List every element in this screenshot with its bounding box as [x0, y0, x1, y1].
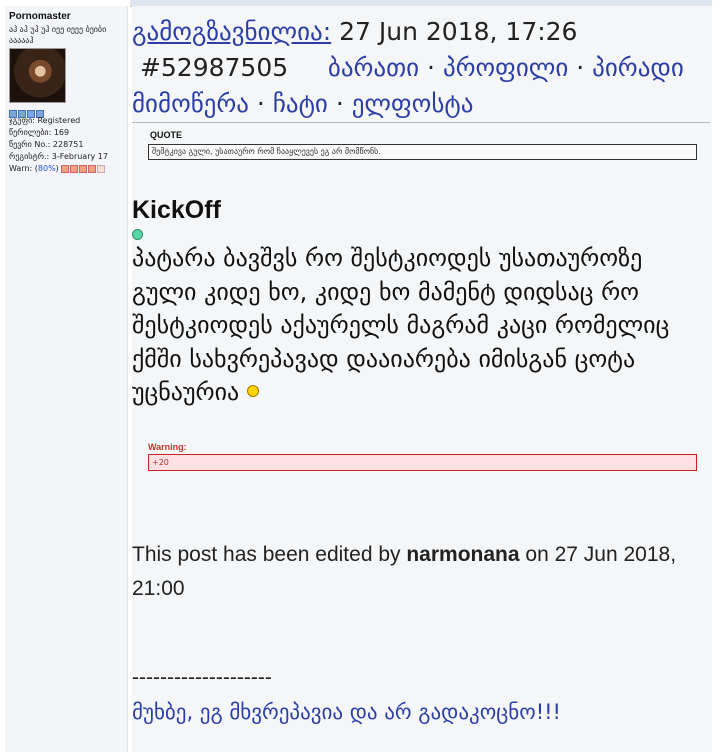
edit-note: This post has been edited by narmonana o…	[132, 543, 677, 600]
post-date: 27 Jun 2018, 17:26	[339, 17, 578, 46]
smiley-icon	[246, 385, 259, 397]
link-email[interactable]: ელფოსტა	[352, 89, 474, 118]
link-chat[interactable]: ჩატი	[273, 89, 328, 118]
registration-date: რეგისტრ.: 3-February 17	[9, 152, 108, 161]
sent-label-link[interactable]: გამოგზავნილია:	[132, 17, 331, 46]
post-header: გამოგზავნილია: 27 Jun 2018, 17:26 #52987…	[132, 17, 684, 118]
quote-box: შემტკივა გული, უსათაურო რომ ჩააყლევეს ეგ…	[148, 144, 697, 160]
user-sidebar: Pornomaster აჰ აჰ უჰ უჰ იეე იეეე ბეიბი ა…	[5, 6, 128, 752]
online-status-dot	[132, 229, 143, 240]
quoted-author: KickOff	[132, 196, 221, 224]
warn-bar	[60, 164, 105, 173]
warning-box: +20	[148, 454, 697, 471]
username[interactable]: Pornomaster	[9, 11, 71, 22]
signature-separator: --------------------	[132, 666, 272, 689]
avatar[interactable]	[9, 48, 66, 103]
warning-label: Warning:	[148, 442, 187, 452]
user-posts: წერილები: 169	[9, 128, 70, 137]
post-body: გამოგზავნილია: 27 Jun 2018, 17:26 #52987…	[132, 6, 712, 752]
warn-level: Warn: (80%)	[9, 164, 105, 173]
member-number: წევრი No.: 228751	[9, 140, 84, 149]
quote-label: QUOTE	[150, 130, 183, 140]
post-number: #52987505	[139, 53, 289, 82]
header-divider	[132, 122, 710, 123]
link-profile[interactable]: პროფილი	[443, 53, 568, 82]
user-group: ჯგუფი: Registered	[9, 116, 81, 125]
post-text: პატარა ბავშვს რო შესტკიოდეს უსათაუროზე გ…	[132, 244, 670, 406]
edited-by-name: narmonana	[406, 543, 520, 566]
warn-percent-link[interactable]: 80%	[38, 164, 56, 173]
signature: მუხბე, ეგ მხვრეპავია და არ გადაკოცნო!!!	[132, 700, 561, 724]
link-card[interactable]: ბარათი	[328, 53, 419, 82]
user-title: აჰ აჰ უჰ უჰ იეე იეეე ბეიბი აააააჰ	[9, 25, 107, 45]
